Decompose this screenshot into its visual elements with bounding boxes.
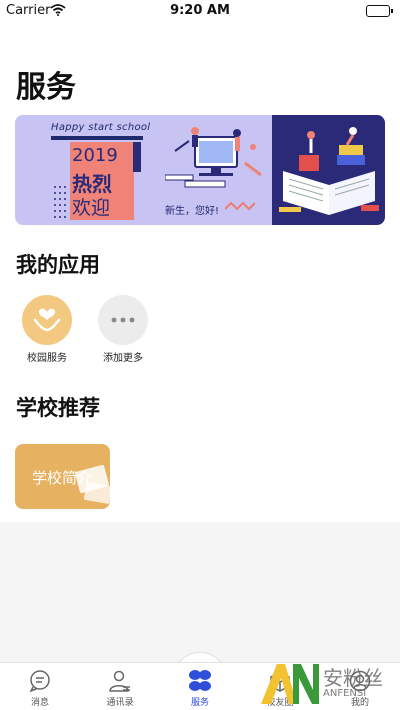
- classroom-illustration-icon: [165, 127, 262, 188]
- tab-label: 通讯录: [106, 698, 134, 708]
- watermark-text-cn: 安粉丝: [323, 666, 383, 690]
- main-content: 服务 Happy start school 2019 热烈 欢迎 新生，您好!: [0, 22, 400, 522]
- banner-greeting: 新生，您好!: [165, 206, 220, 217]
- tab-messages[interactable]: 消息: [0, 669, 80, 708]
- watermark-text-en: ANFENSI: [323, 688, 367, 699]
- services-icon: [160, 669, 240, 693]
- tab-label: 服务: [190, 698, 209, 708]
- battery-icon: [366, 5, 393, 17]
- zigzag-decoration-icon: [225, 201, 255, 211]
- page-title: 服务: [16, 70, 76, 105]
- school-intro-label: 学校简介: [32, 469, 93, 487]
- dot-grid-decoration-icon: [54, 186, 66, 218]
- my-apps-title: 我的应用: [16, 253, 100, 277]
- app-campus-service[interactable]: 校园服务: [12, 295, 82, 364]
- school-recommend-title: 学校推荐: [16, 396, 100, 420]
- banner-year: 2019: [72, 145, 118, 166]
- app-add-more[interactable]: 添加更多: [88, 295, 158, 364]
- book-stack-illustration-icon: [279, 127, 379, 215]
- welcome-banner[interactable]: Happy start school 2019 热烈 欢迎 新生，您好!: [15, 115, 385, 225]
- contacts-icon: [80, 669, 160, 693]
- more-dots-icon: [98, 295, 148, 345]
- app-label: 校园服务: [27, 353, 67, 364]
- banner-welcome: 欢迎: [72, 197, 111, 219]
- banner-year-shadow: [133, 142, 141, 172]
- anfensi-logo-icon: [261, 664, 319, 704]
- tab-services[interactable]: 服务: [160, 669, 240, 708]
- app-label: 添加更多: [103, 353, 143, 364]
- banner-tag-bar: [51, 136, 143, 140]
- clock: 9:20 AM: [170, 3, 230, 18]
- banner-tagline: Happy start school: [51, 122, 151, 133]
- hands-heart-icon: [22, 295, 72, 345]
- message-icon: [0, 669, 80, 693]
- tab-contacts[interactable]: 通讯录: [80, 669, 160, 708]
- tab-label: 消息: [30, 698, 49, 708]
- anfensi-watermark: 安粉丝 ANFENSI: [255, 658, 400, 710]
- school-intro-card[interactable]: 学校简介: [15, 444, 110, 509]
- status-bar: Carrier 9:20 AM: [0, 0, 400, 22]
